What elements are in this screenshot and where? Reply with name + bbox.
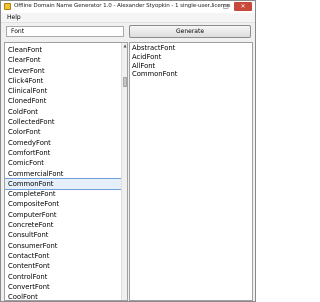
list-item[interactable]: ColdFont xyxy=(5,107,121,117)
list-item[interactable]: ConcreteFont xyxy=(5,220,121,230)
list-item[interactable]: ClonedFont xyxy=(5,96,121,106)
list-item[interactable]: CompleteFont xyxy=(5,189,121,199)
selected-list[interactable]: AbstractFont AcidFont AllFont CommonFont xyxy=(129,42,253,301)
title-bar: Offline Domain Name Generator 1.0 - Alex… xyxy=(1,1,255,13)
list-item[interactable]: ConvertFont xyxy=(5,282,121,292)
generate-button[interactable]: Generate xyxy=(129,25,251,38)
scroll-up-icon[interactable]: ▲ xyxy=(122,43,127,49)
list-item[interactable]: CleverFont xyxy=(5,66,121,76)
list-item[interactable]: CompositeFont xyxy=(5,199,121,209)
list-item[interactable]: ContactFont xyxy=(5,251,121,261)
list-item[interactable]: ComfortFont xyxy=(5,148,121,158)
list-item[interactable]: ContentFont xyxy=(5,261,121,271)
list-item[interactable]: CollectedFont xyxy=(5,117,121,127)
result-item[interactable]: AbstractFont xyxy=(130,44,177,53)
close-icon[interactable]: ✕ xyxy=(234,2,252,11)
menu-bar: Help xyxy=(1,13,255,23)
scroll-thumb[interactable] xyxy=(123,77,127,87)
list-item[interactable]: ColorFont xyxy=(5,127,121,137)
candidate-list[interactable]: CleanFont ClearFont CleverFont Click4Font Cl… xyxy=(4,42,128,301)
list-item[interactable]: ConsultFont xyxy=(5,230,121,240)
list-item[interactable]: ComedyFont xyxy=(5,138,121,148)
list-item[interactable]: CommercialFont xyxy=(5,169,121,179)
scrollbar[interactable]: ▲ xyxy=(121,43,127,300)
list-item[interactable]: CommonFont xyxy=(5,177,122,191)
list-item[interactable]: ComicFont xyxy=(5,158,121,168)
list-item[interactable]: Click4Font xyxy=(5,76,121,86)
input-row: Generate xyxy=(1,23,255,41)
list-item[interactable]: ComputerFont xyxy=(5,210,121,220)
list-item[interactable]: CleanFont xyxy=(5,45,121,55)
app-window: Offline Domain Name Generator 1.0 - Alex… xyxy=(0,0,256,302)
selected-list-items: AbstractFont AcidFont AllFont CommonFont xyxy=(130,44,177,79)
result-item[interactable]: CommonFont xyxy=(130,70,177,79)
list-item[interactable]: ClinicalFont xyxy=(5,86,121,96)
menu-help[interactable]: Help xyxy=(7,14,21,21)
list-item[interactable]: ConsumerFont xyxy=(5,241,121,251)
window-title: Offline Domain Name Generator 1.0 - Alex… xyxy=(14,3,231,9)
app-icon xyxy=(4,3,11,10)
result-item[interactable]: AcidFont xyxy=(130,53,177,62)
result-item[interactable]: AllFont xyxy=(130,62,177,71)
maximize-icon[interactable]: □ xyxy=(219,2,233,11)
list-item[interactable]: ClearFont xyxy=(5,55,121,65)
candidate-list-items: CleanFont ClearFont CleverFont Click4Font Cl… xyxy=(5,45,122,300)
list-item[interactable]: ControlFont xyxy=(5,272,121,282)
keyword-input[interactable] xyxy=(6,26,124,37)
list-item[interactable]: CoolFont xyxy=(5,292,121,300)
minimize-icon[interactable]: – xyxy=(204,2,218,11)
